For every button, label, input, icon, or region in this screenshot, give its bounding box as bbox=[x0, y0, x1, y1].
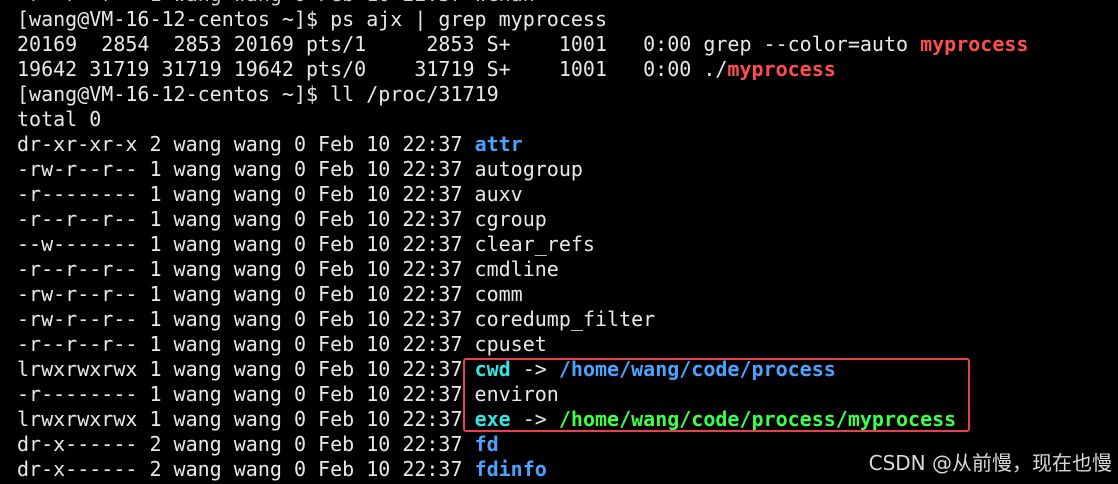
terminal-text-segment: [wang@VM-16-12-centos ~]$ ll /proc/31719 bbox=[17, 82, 499, 106]
terminal-text-segment: dr-x------ 2 wang wang 0 Feb 10 22:37 bbox=[17, 432, 475, 456]
terminal-line: dr-xr-xr-x 2 wang wang 0 Feb 10 22:37 at… bbox=[17, 132, 1028, 157]
terminal-line: -r--r--r-- 1 wang wang 0 Feb 10 22:37 cp… bbox=[17, 332, 1028, 357]
terminal-text-segment: lrwxrwxrwx 1 wang wang 0 Feb 10 22:37 bbox=[17, 357, 475, 381]
terminal-text-segment: -r--r--r-- 1 wang wang 0 Feb 10 22:37 cm… bbox=[17, 257, 559, 281]
terminal-text-segment: myprocess bbox=[727, 57, 836, 81]
terminal-window[interactable]: -r--r--r-- 1 wang wang 0 Feb 10 22:37 wc… bbox=[0, 0, 1118, 484]
terminal-text-segment: -r--r--r-- 1 wang wang 0 Feb 10 22:37 cg… bbox=[17, 207, 547, 231]
terminal-text-segment: -r--r--r-- 1 wang wang 0 Feb 10 22:37 wc… bbox=[17, 0, 535, 6]
terminal-text-segment: 19642 31719 31719 19642 pts/0 31719 S+ 1… bbox=[17, 57, 728, 81]
terminal-text-segment: dr-xr-xr-x 2 wang wang 0 Feb 10 22:37 bbox=[17, 132, 475, 156]
terminal-line: 20169 2854 2853 20169 pts/1 2853 S+ 1001… bbox=[17, 32, 1028, 57]
terminal-text-segment: total 0 bbox=[17, 107, 102, 131]
terminal-text-segment: myprocess bbox=[920, 32, 1029, 56]
terminal-text-segment: -r--r--r-- 1 wang wang 0 Feb 10 22:37 cp… bbox=[17, 332, 547, 356]
terminal-line: --w------- 1 wang wang 0 Feb 10 22:37 cl… bbox=[17, 232, 1028, 257]
terminal-line: [wang@VM-16-12-centos ~]$ ps ajx | grep … bbox=[17, 7, 1028, 32]
terminal-text-segment: dr-x------ 2 wang wang 0 Feb 10 22:37 bbox=[17, 457, 475, 481]
terminal-text-segment: lrwxrwxrwx 1 wang wang 0 Feb 10 22:37 bbox=[17, 407, 475, 431]
terminal-line: [wang@VM-16-12-centos ~]$ ll /proc/31719 bbox=[17, 82, 1028, 107]
terminal-text-segment: -rw-r--r-- 1 wang wang 0 Feb 10 22:37 co… bbox=[17, 307, 656, 331]
terminal-line: total 0 bbox=[17, 107, 1028, 132]
terminal-line: 19642 31719 31719 19642 pts/0 31719 S+ 1… bbox=[17, 57, 1028, 82]
terminal-text-segment: -r-------- 1 wang wang 0 Feb 10 22:37 au… bbox=[17, 182, 523, 206]
csdn-watermark: CSDN @从前慢，现在也慢 bbox=[868, 451, 1112, 475]
terminal-line: -rw-r--r-- 1 wang wang 0 Feb 10 22:37 co… bbox=[17, 282, 1028, 307]
terminal-text-segment: attr bbox=[474, 132, 523, 156]
terminal-line: -r--r--r-- 1 wang wang 0 Feb 10 22:37 cm… bbox=[17, 257, 1028, 282]
annotation-highlight-box bbox=[463, 358, 970, 432]
terminal-line: -r--r--r-- 1 wang wang 0 Feb 10 22:37 wc… bbox=[17, 0, 1028, 7]
terminal-text-segment: --w------- 1 wang wang 0 Feb 10 22:37 cl… bbox=[17, 232, 595, 256]
terminal-text-segment: fd bbox=[474, 432, 499, 456]
terminal-text-segment: 20169 2854 2853 20169 pts/1 2853 S+ 1001… bbox=[17, 32, 921, 56]
terminal-line: -r-------- 1 wang wang 0 Feb 10 22:37 au… bbox=[17, 182, 1028, 207]
terminal-text-segment: -rw-r--r-- 1 wang wang 0 Feb 10 22:37 au… bbox=[17, 157, 583, 181]
terminal-text-segment: [wang@VM-16-12-centos ~]$ ps ajx | grep … bbox=[17, 7, 608, 31]
terminal-line: -r--r--r-- 1 wang wang 0 Feb 10 22:37 cg… bbox=[17, 207, 1028, 232]
terminal-line: -rw-r--r-- 1 wang wang 0 Feb 10 22:37 co… bbox=[17, 307, 1028, 332]
terminal-text-segment: -rw-r--r-- 1 wang wang 0 Feb 10 22:37 co… bbox=[17, 282, 523, 306]
terminal-line: -rw-r--r-- 1 wang wang 0 Feb 10 22:37 au… bbox=[17, 157, 1028, 182]
terminal-text-segment: fdinfo bbox=[474, 457, 547, 481]
